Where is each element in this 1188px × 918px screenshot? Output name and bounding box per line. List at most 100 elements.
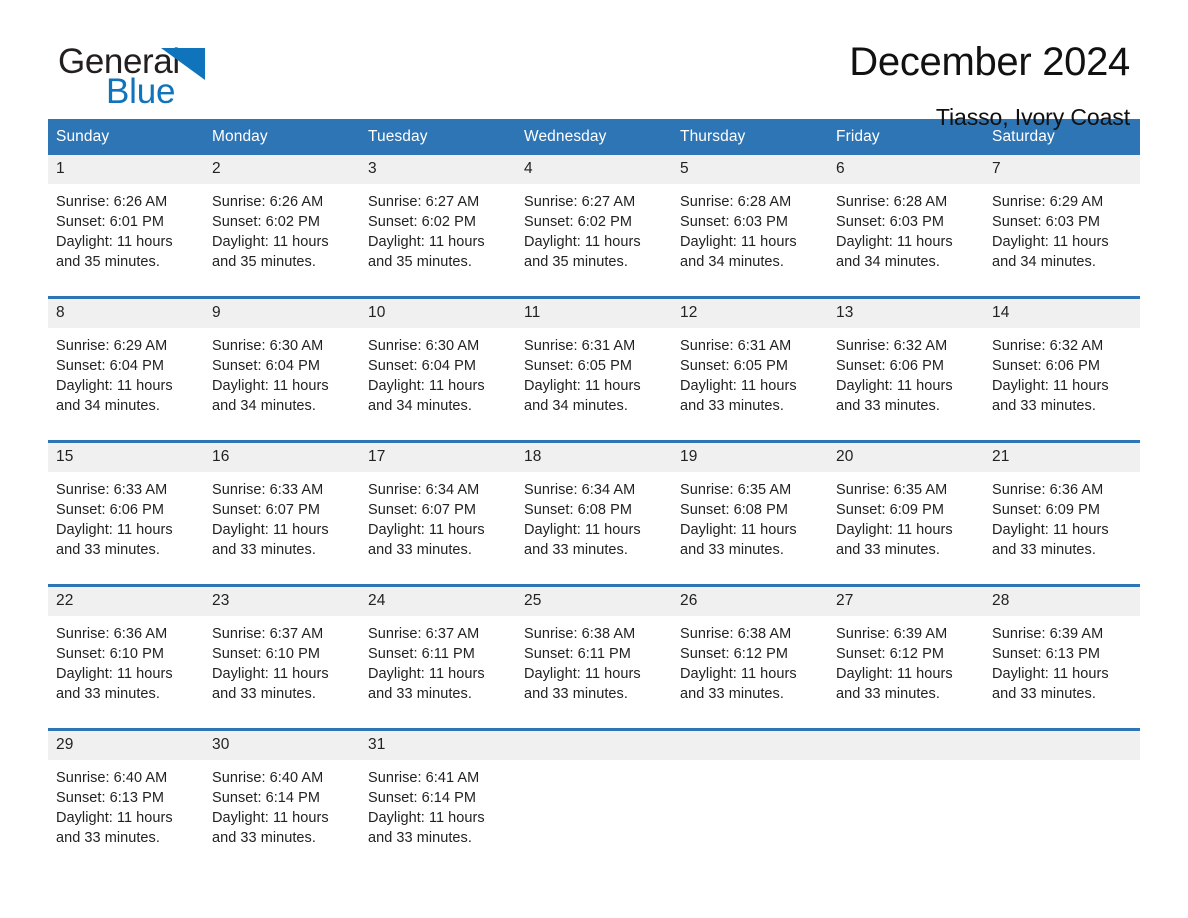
day-cell[interactable]: Sunrise: 6:36 AM Sunset: 6:10 PM Dayligh… (48, 616, 204, 728)
generalblue-logo[interactable]: General Blue (58, 44, 318, 116)
sunset-text: Sunset: 6:08 PM (524, 502, 632, 518)
day-number[interactable]: 4 (516, 155, 672, 184)
logo-text-blue: Blue (106, 72, 176, 111)
day-number[interactable]: 7 (984, 155, 1140, 184)
day-cell[interactable]: Sunrise: 6:29 AM Sunset: 6:04 PM Dayligh… (48, 328, 204, 440)
day-number[interactable]: 28 (984, 587, 1140, 616)
day-number[interactable]: 9 (204, 299, 360, 328)
daylight-text-line1: Daylight: 11 hours (836, 378, 953, 394)
day-cell[interactable]: Sunrise: 6:30 AM Sunset: 6:04 PM Dayligh… (204, 328, 360, 440)
sunrise-text: Sunrise: 6:31 AM (524, 338, 636, 354)
day-cell[interactable]: Sunrise: 6:36 AM Sunset: 6:09 PM Dayligh… (984, 472, 1140, 584)
day-cell[interactable]: Sunrise: 6:33 AM Sunset: 6:06 PM Dayligh… (48, 472, 204, 584)
day-number[interactable]: 14 (984, 299, 1140, 328)
day-number[interactable]: 24 (360, 587, 516, 616)
day-number[interactable]: 25 (516, 587, 672, 616)
daylight-text-line2: and 35 minutes. (56, 254, 160, 270)
daylight-text-line1: Daylight: 11 hours (56, 234, 173, 250)
sunrise-text: Sunrise: 6:27 AM (524, 194, 636, 210)
day-cell[interactable]: Sunrise: 6:37 AM Sunset: 6:11 PM Dayligh… (360, 616, 516, 728)
day-cell[interactable]: Sunrise: 6:27 AM Sunset: 6:02 PM Dayligh… (516, 184, 672, 296)
day-cell[interactable]: Sunrise: 6:33 AM Sunset: 6:07 PM Dayligh… (204, 472, 360, 584)
daylight-text-line2: and 33 minutes. (56, 686, 160, 702)
day-cell[interactable]: Sunrise: 6:41 AM Sunset: 6:14 PM Dayligh… (360, 760, 516, 872)
day-cell[interactable]: Sunrise: 6:35 AM Sunset: 6:09 PM Dayligh… (828, 472, 984, 584)
day-number[interactable]: 6 (828, 155, 984, 184)
day-number[interactable]: 19 (672, 443, 828, 472)
day-number[interactable]: 8 (48, 299, 204, 328)
day-number[interactable]: 13 (828, 299, 984, 328)
daylight-text-line2: and 33 minutes. (680, 686, 784, 702)
day-cell[interactable]: Sunrise: 6:32 AM Sunset: 6:06 PM Dayligh… (984, 328, 1140, 440)
daylight-text-line1: Daylight: 11 hours (524, 522, 641, 538)
daylight-text-line1: Daylight: 11 hours (992, 522, 1109, 538)
day-cell[interactable]: Sunrise: 6:28 AM Sunset: 6:03 PM Dayligh… (672, 184, 828, 296)
day-number[interactable]: 17 (360, 443, 516, 472)
day-cell[interactable]: Sunrise: 6:30 AM Sunset: 6:04 PM Dayligh… (360, 328, 516, 440)
day-number[interactable]: 27 (828, 587, 984, 616)
sunrise-text: Sunrise: 6:36 AM (992, 482, 1104, 498)
day-cell[interactable]: Sunrise: 6:39 AM Sunset: 6:12 PM Dayligh… (828, 616, 984, 728)
daylight-text-line2: and 33 minutes. (368, 686, 472, 702)
day-cell[interactable]: Sunrise: 6:27 AM Sunset: 6:02 PM Dayligh… (360, 184, 516, 296)
daylight-text-line2: and 34 minutes. (56, 398, 160, 414)
day-number[interactable]: 21 (984, 443, 1140, 472)
sunset-text: Sunset: 6:11 PM (368, 646, 475, 662)
daylight-text-line1: Daylight: 11 hours (368, 378, 485, 394)
sunset-text: Sunset: 6:06 PM (836, 358, 944, 374)
daylight-text-line1: Daylight: 11 hours (836, 666, 953, 682)
sunset-text: Sunset: 6:04 PM (212, 358, 320, 374)
sunrise-text: Sunrise: 6:26 AM (212, 194, 324, 210)
day-cell[interactable]: Sunrise: 6:26 AM Sunset: 6:01 PM Dayligh… (48, 184, 204, 296)
daylight-text-line1: Daylight: 11 hours (56, 522, 173, 538)
day-cell[interactable]: Sunrise: 6:35 AM Sunset: 6:08 PM Dayligh… (672, 472, 828, 584)
day-number[interactable]: 1 (48, 155, 204, 184)
day-cell[interactable]: Sunrise: 6:40 AM Sunset: 6:13 PM Dayligh… (48, 760, 204, 872)
daylight-text-line2: and 33 minutes. (524, 686, 628, 702)
day-number[interactable]: 2 (204, 155, 360, 184)
sunset-text: Sunset: 6:05 PM (680, 358, 788, 374)
daylight-text-line1: Daylight: 11 hours (836, 522, 953, 538)
day-cell[interactable]: Sunrise: 6:37 AM Sunset: 6:10 PM Dayligh… (204, 616, 360, 728)
sunset-text: Sunset: 6:07 PM (368, 502, 476, 518)
day-number[interactable]: 11 (516, 299, 672, 328)
day-cell[interactable]: Sunrise: 6:34 AM Sunset: 6:07 PM Dayligh… (360, 472, 516, 584)
day-cell[interactable]: Sunrise: 6:28 AM Sunset: 6:03 PM Dayligh… (828, 184, 984, 296)
day-number[interactable]: 16 (204, 443, 360, 472)
day-cell[interactable]: Sunrise: 6:38 AM Sunset: 6:12 PM Dayligh… (672, 616, 828, 728)
sunset-text: Sunset: 6:06 PM (992, 358, 1100, 374)
day-number[interactable]: 30 (204, 731, 360, 760)
day-number[interactable]: 22 (48, 587, 204, 616)
sunset-text: Sunset: 6:10 PM (212, 646, 320, 662)
day-cell[interactable]: Sunrise: 6:32 AM Sunset: 6:06 PM Dayligh… (828, 328, 984, 440)
sunrise-text: Sunrise: 6:40 AM (212, 770, 324, 786)
day-cell[interactable]: Sunrise: 6:40 AM Sunset: 6:14 PM Dayligh… (204, 760, 360, 872)
day-number[interactable]: 10 (360, 299, 516, 328)
day-cell[interactable]: Sunrise: 6:34 AM Sunset: 6:08 PM Dayligh… (516, 472, 672, 584)
day-cell[interactable]: Sunrise: 6:31 AM Sunset: 6:05 PM Dayligh… (516, 328, 672, 440)
week-daynumber-row: 15 16 17 18 19 20 21 (48, 443, 1140, 472)
day-cell[interactable]: Sunrise: 6:26 AM Sunset: 6:02 PM Dayligh… (204, 184, 360, 296)
sunrise-text: Sunrise: 6:34 AM (368, 482, 480, 498)
daylight-text-line2: and 33 minutes. (836, 398, 940, 414)
daylight-text-line1: Daylight: 11 hours (680, 666, 797, 682)
day-number[interactable]: 23 (204, 587, 360, 616)
day-number[interactable]: 29 (48, 731, 204, 760)
day-number[interactable]: 15 (48, 443, 204, 472)
day-number[interactable]: 26 (672, 587, 828, 616)
sunset-text: Sunset: 6:10 PM (56, 646, 164, 662)
sunset-text: Sunset: 6:05 PM (524, 358, 632, 374)
day-cell[interactable]: Sunrise: 6:39 AM Sunset: 6:13 PM Dayligh… (984, 616, 1140, 728)
day-number[interactable]: 31 (360, 731, 516, 760)
day-cell[interactable]: Sunrise: 6:31 AM Sunset: 6:05 PM Dayligh… (672, 328, 828, 440)
day-number[interactable]: 20 (828, 443, 984, 472)
sunset-text: Sunset: 6:02 PM (524, 214, 632, 230)
day-number[interactable]: 3 (360, 155, 516, 184)
daylight-text-line1: Daylight: 11 hours (56, 378, 173, 394)
day-number[interactable]: 18 (516, 443, 672, 472)
day-number[interactable]: 12 (672, 299, 828, 328)
day-number[interactable]: 5 (672, 155, 828, 184)
day-cell[interactable]: Sunrise: 6:29 AM Sunset: 6:03 PM Dayligh… (984, 184, 1140, 296)
week-detail-row: Sunrise: 6:29 AM Sunset: 6:04 PM Dayligh… (48, 328, 1140, 440)
day-cell[interactable]: Sunrise: 6:38 AM Sunset: 6:11 PM Dayligh… (516, 616, 672, 728)
